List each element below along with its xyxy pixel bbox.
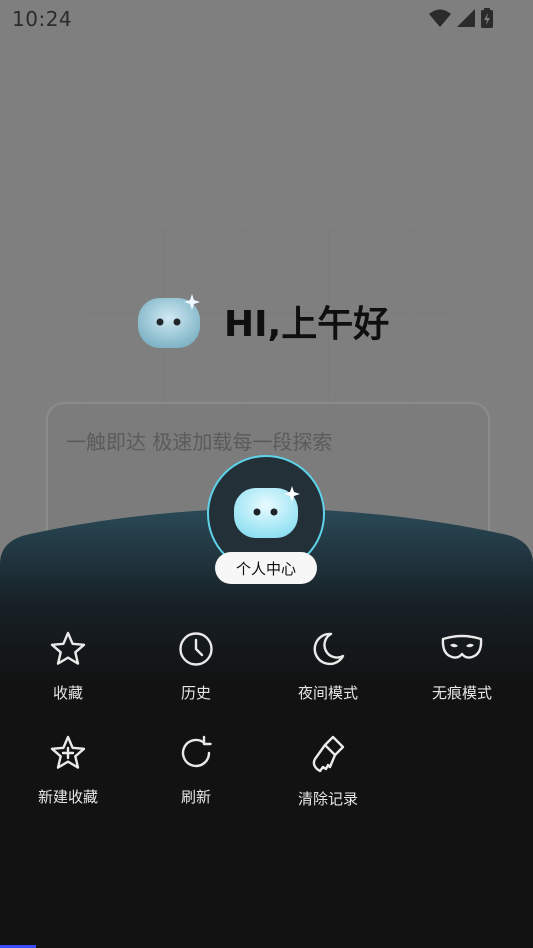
menu-label-history: 历史 bbox=[180, 684, 211, 702]
status-time: 10:24 bbox=[12, 7, 73, 31]
menu-label-favorites: 收藏 bbox=[52, 684, 83, 702]
menu-item-incognito[interactable]: 无痕模式 bbox=[402, 630, 522, 730]
star-plus-icon bbox=[50, 735, 86, 769]
menu-item-refresh[interactable]: 刷新 bbox=[136, 734, 256, 834]
menu-item-history[interactable]: 历史 bbox=[136, 630, 256, 730]
menu-label-night-mode: 夜间模式 bbox=[297, 684, 358, 702]
menu-item-clear-records[interactable]: 清除记录 bbox=[268, 734, 388, 834]
refresh-icon bbox=[181, 735, 212, 768]
personal-center-label[interactable]: 个人中心 bbox=[215, 552, 317, 584]
mask-icon bbox=[441, 634, 483, 659]
signal-icon bbox=[457, 9, 475, 27]
broom-icon bbox=[312, 735, 345, 773]
greeting-text: HI,上午好 bbox=[224, 304, 390, 345]
menu-item-new-favorite[interactable]: 新建收藏 bbox=[8, 734, 128, 834]
menu-label-new-favorite: 新建收藏 bbox=[37, 788, 98, 806]
mascot-icon bbox=[138, 294, 200, 348]
menu-label-refresh: 刷新 bbox=[180, 788, 211, 806]
greeting-area: HI,上午好 bbox=[136, 292, 389, 350]
menu-item-favorites[interactable]: 收藏 bbox=[8, 630, 128, 730]
status-bar: 10:24 bbox=[0, 0, 533, 36]
menu-label-incognito: 无痕模式 bbox=[431, 684, 492, 702]
wifi-icon bbox=[429, 9, 451, 27]
search-placeholder: 一触即达 极速加载每一段探索 bbox=[66, 430, 333, 454]
status-icons bbox=[429, 8, 493, 28]
battery-icon bbox=[481, 8, 493, 28]
menu-item-night-mode[interactable]: 夜间模式 bbox=[268, 630, 388, 730]
star-icon bbox=[50, 631, 86, 665]
menu-label-clear-records: 清除记录 bbox=[297, 790, 358, 808]
moon-icon bbox=[313, 632, 345, 666]
clock-icon bbox=[179, 632, 213, 666]
